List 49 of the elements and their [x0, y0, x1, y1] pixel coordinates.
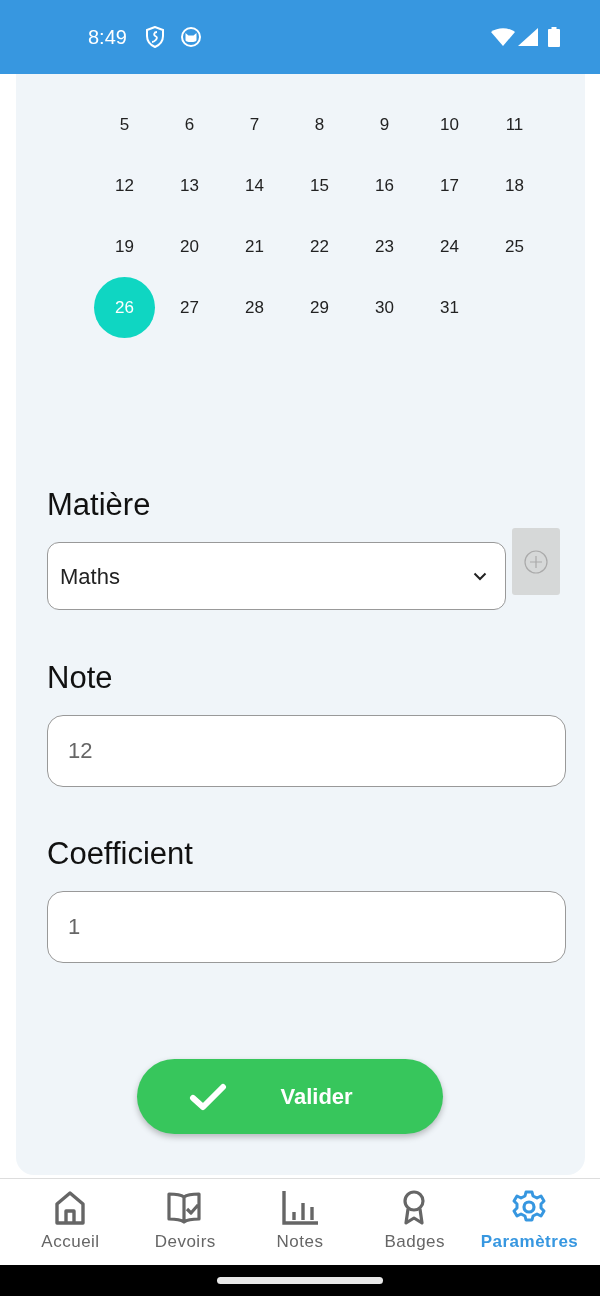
- calendar-day[interactable]: 16: [354, 155, 415, 216]
- subject-select[interactable]: Maths: [47, 542, 506, 610]
- calendar-day[interactable]: 11: [484, 94, 545, 155]
- battery-icon: [548, 27, 560, 47]
- calendar-day[interactable]: 27: [159, 277, 220, 338]
- calendar-day[interactable]: 5: [94, 94, 155, 155]
- nav-tab[interactable]: Badges: [360, 1179, 470, 1265]
- calendar-day[interactable]: 31: [419, 277, 480, 338]
- calendar-day[interactable]: 9: [354, 94, 415, 155]
- calendar-day[interactable]: 22: [289, 216, 350, 277]
- calendar-day[interactable]: 20: [159, 216, 220, 277]
- signal-icon: [518, 28, 538, 46]
- calendar-day[interactable]: 10: [419, 94, 480, 155]
- grade-field[interactable]: 12: [47, 715, 566, 787]
- field-label: Coefficient: [47, 836, 193, 872]
- calendar-day[interactable]: 21: [224, 216, 285, 277]
- status-time: 8:49: [88, 25, 127, 50]
- calendar-day[interactable]: 18: [484, 155, 545, 216]
- calendar-day[interactable]: 30: [354, 277, 415, 338]
- calendar-day[interactable]: 17: [419, 155, 480, 216]
- shield-icon: [144, 26, 165, 48]
- checkmark-icon: [188, 1082, 227, 1111]
- calendar-day[interactable]: 28: [224, 277, 285, 338]
- calendar-day[interactable]: 19: [94, 216, 155, 277]
- calendar-day[interactable]: 29: [289, 277, 350, 338]
- nav-tab[interactable]: Accueil: [16, 1179, 125, 1265]
- nav-tab[interactable]: Devoirs: [130, 1179, 240, 1265]
- calendar-day[interactable]: 15: [289, 155, 350, 216]
- add-button[interactable]: [512, 528, 560, 595]
- calendar-day[interactable]: 23: [354, 216, 415, 277]
- calendar-day[interactable]: 14: [224, 155, 285, 216]
- calendar-day[interactable]: 13: [159, 155, 220, 216]
- calendar-day[interactable]: 8: [289, 94, 350, 155]
- chevron-down-icon: [473, 571, 487, 581]
- field-label: Matière: [47, 487, 151, 523]
- home-indicator[interactable]: [217, 1277, 383, 1284]
- calendar-day[interactable]: 12: [94, 155, 155, 216]
- calendar-day[interactable]: 6: [159, 94, 220, 155]
- select-value: Maths: [60, 562, 120, 591]
- field-label: Note: [47, 660, 113, 696]
- wifi-icon: [491, 28, 515, 46]
- calendar-day[interactable]: 24: [419, 216, 480, 277]
- coefficient-field[interactable]: 1: [47, 891, 566, 963]
- cat-face-icon: [180, 27, 201, 47]
- calendar-day[interactable]: 7: [224, 94, 285, 155]
- nav-tab[interactable]: Notes: [245, 1179, 355, 1265]
- calendar-day[interactable]: 25: [484, 216, 545, 277]
- plus-circle-icon: [524, 549, 548, 574]
- bar-chart-icon: [281, 1189, 319, 1227]
